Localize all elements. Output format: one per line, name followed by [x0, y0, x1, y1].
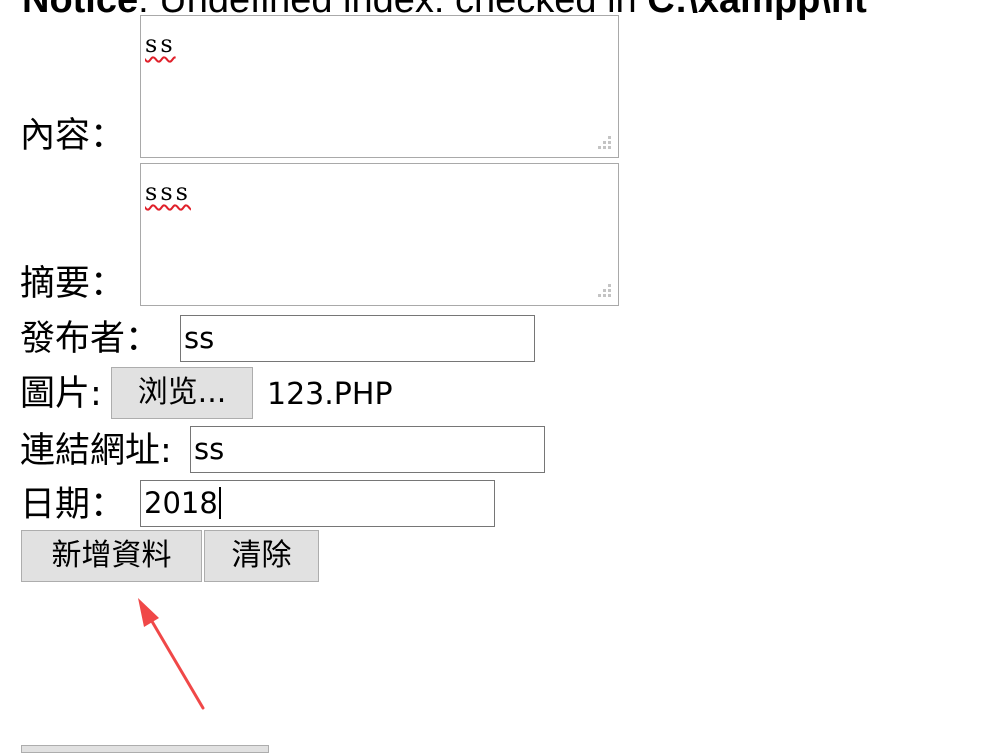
arrow-head [138, 598, 159, 627]
arrow-shaft [148, 616, 205, 710]
annotation-arrow-icon [138, 598, 205, 710]
partial-button[interactable] [21, 745, 269, 753]
